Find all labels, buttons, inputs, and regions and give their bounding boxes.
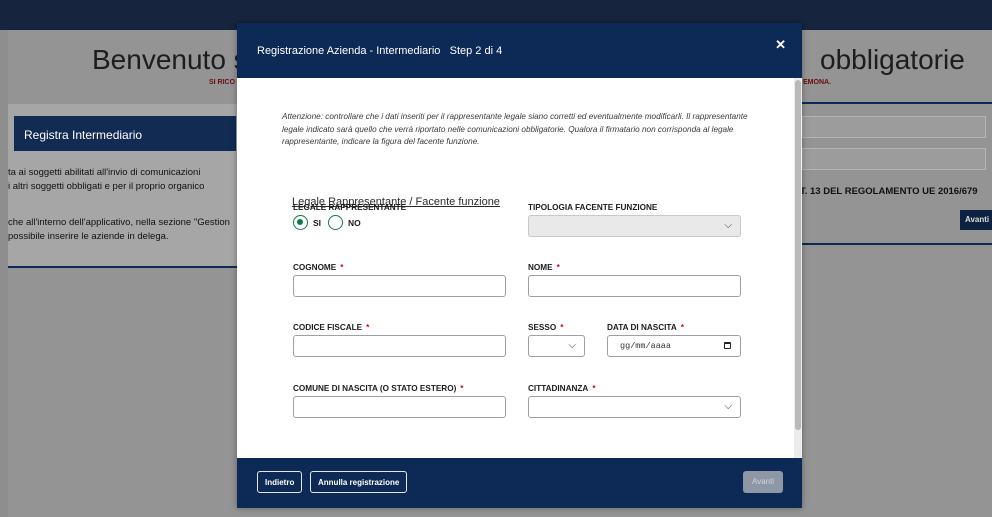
- legale-label: LEGALE RAPPRESENTANTE: [293, 203, 407, 212]
- sesso-label-text: SESSO: [528, 323, 557, 332]
- chevron-down-icon: ⌵: [568, 340, 576, 351]
- radio-no-label[interactable]: NO: [348, 218, 361, 228]
- nome-label: NOME *: [528, 263, 560, 272]
- radio-si-label[interactable]: SI: [313, 218, 321, 228]
- card-header[interactable]: Registra Intermediario: [14, 116, 236, 151]
- tipologia-label: TIPOLOGIA FACENTE FUNZIONE: [528, 203, 658, 212]
- chevron-down-icon: ⌵: [724, 401, 732, 412]
- modal-header: Registrazione Azienda - Intermediario St…: [237, 23, 802, 78]
- sesso-label: SESSO *: [528, 323, 563, 332]
- chevron-down-icon: ⌵: [724, 220, 732, 231]
- required-mark: *: [556, 263, 560, 272]
- data-nascita-label-text: DATA DI NASCITA: [607, 323, 677, 332]
- nome-label-text: NOME: [528, 263, 553, 272]
- scrollbar-thumb[interactable]: [795, 80, 801, 430]
- background-next-button[interactable]: Avanti: [960, 210, 992, 230]
- required-mark: *: [340, 263, 344, 272]
- cittadinanza-label-text: CITTADINANZA: [528, 384, 589, 393]
- tipologia-select[interactable]: ⌵: [528, 215, 741, 237]
- cognome-label: COGNOME *: [293, 263, 343, 272]
- card-text-line: che all'interno dell'applicativo, nella …: [8, 217, 230, 228]
- cognome-input[interactable]: [293, 275, 506, 297]
- cittadinanza-select[interactable]: ⌵: [528, 396, 741, 418]
- scrollbar[interactable]: [794, 78, 802, 458]
- sesso-select[interactable]: ⌵: [528, 335, 585, 357]
- cittadinanza-label: CITTADINANZA *: [528, 384, 596, 393]
- page-subtitle-left: SI RICO: [209, 79, 236, 86]
- card-text-line: possibile inserire le aziende in delega.: [8, 231, 169, 242]
- cognome-label-text: COGNOME: [293, 263, 337, 272]
- page-title-left: Benvenuto s: [92, 44, 248, 75]
- nome-input[interactable]: [528, 275, 741, 297]
- data-nascita-input[interactable]: gg/mm/aaaa: [607, 335, 741, 357]
- legale-radio-group: SI NO: [293, 215, 368, 230]
- next-button[interactable]: Avanti: [743, 471, 783, 493]
- page-subtitle-right: EMONA.: [803, 79, 831, 86]
- date-placeholder: gg/mm/aaaa: [620, 341, 672, 351]
- radio-no[interactable]: [328, 215, 344, 230]
- calendar-icon[interactable]: [724, 342, 731, 349]
- comune-input[interactable]: [293, 396, 506, 418]
- comune-label: COMUNE DI NASCITA (O STATO ESTERO) *: [293, 384, 463, 393]
- warning-text: Attenzione: controllare che i dati inser…: [282, 112, 748, 146]
- modal-footer: Indietro Annulla registrazione Avanti: [237, 458, 802, 508]
- required-mark: *: [366, 323, 370, 332]
- required-mark: *: [560, 323, 564, 332]
- cancel-registration-button[interactable]: Annulla registrazione: [310, 471, 408, 493]
- codice-fiscale-label: CODICE FISCALE *: [293, 323, 369, 332]
- card-text-line: i altri soggetti obbligati e per il prop…: [8, 181, 205, 192]
- gdpr-text: T. 13 DEL REGOLAMENTO UE 2016/679: [800, 186, 978, 197]
- modal-body: Attenzione: controllare che i dati inser…: [237, 78, 802, 458]
- divider: [800, 102, 992, 104]
- required-mark: *: [592, 384, 596, 393]
- required-mark: *: [460, 384, 464, 393]
- comune-label-text: COMUNE DI NASCITA (O STATO ESTERO): [293, 384, 457, 393]
- back-button[interactable]: Indietro: [257, 471, 303, 493]
- radio-si[interactable]: [293, 215, 308, 230]
- modal-step: Step 2 di 4: [449, 45, 503, 57]
- modal-title-text: Registrazione Azienda - Intermediario: [257, 45, 441, 57]
- background-input[interactable]: [802, 116, 986, 138]
- codice-fiscale-input[interactable]: [293, 335, 506, 357]
- page-title-right: obbligatorie: [820, 44, 965, 75]
- close-icon[interactable]: ✕: [775, 37, 786, 53]
- divider: [800, 243, 992, 245]
- background-input[interactable]: [802, 148, 986, 170]
- card-text-line: ta ai soggetti abilitati all'invio di co…: [8, 167, 201, 178]
- required-mark: *: [680, 323, 684, 332]
- registration-modal: Registrazione Azienda - Intermediario St…: [237, 23, 802, 508]
- modal-title: Registrazione Azienda - Intermediario St…: [257, 45, 502, 57]
- codice-fiscale-label-text: CODICE FISCALE: [293, 323, 363, 332]
- data-nascita-label: DATA DI NASCITA *: [607, 323, 684, 332]
